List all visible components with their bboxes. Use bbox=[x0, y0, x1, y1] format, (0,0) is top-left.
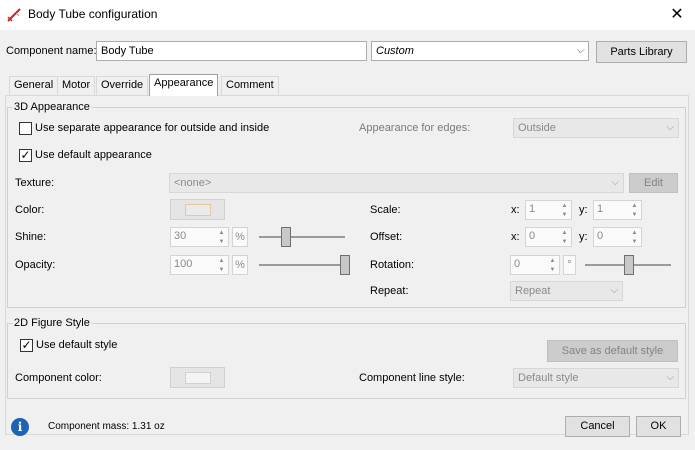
component-name-input[interactable]: Body Tube bbox=[96, 41, 367, 61]
repeat-value: Repeat bbox=[515, 285, 551, 297]
offset-x-spinner[interactable]: 0 ▲ ▼ bbox=[525, 227, 572, 247]
scale-x-spinner[interactable]: 1 ▲ ▼ bbox=[525, 200, 572, 220]
chevron-down-icon: ⌵ bbox=[576, 45, 584, 56]
shine-slider[interactable] bbox=[259, 236, 345, 238]
spin-down-icon[interactable]: ▼ bbox=[547, 266, 558, 274]
cancel-button[interactable]: Cancel bbox=[565, 416, 630, 437]
parts-library-button[interactable]: Parts Library bbox=[596, 41, 687, 63]
tab-general[interactable]: General bbox=[9, 76, 59, 95]
texture-select[interactable]: <none> ⌵ bbox=[169, 173, 624, 193]
check-icon: ✓ bbox=[21, 338, 32, 352]
shine-label: Shine: bbox=[15, 231, 47, 243]
use-default-appearance-checkbox[interactable]: ✓ bbox=[19, 149, 32, 162]
line-style-value: Default style bbox=[518, 372, 579, 384]
separate-appearance-label: Use separate appearance for outside and … bbox=[35, 122, 270, 134]
shine-unit: % bbox=[232, 227, 248, 247]
opacity-slider[interactable] bbox=[259, 264, 345, 266]
chevron-down-icon: ⌵ bbox=[666, 122, 674, 133]
tab-comment[interactable]: Comment bbox=[221, 76, 279, 95]
use-default-style-checkbox[interactable]: ✓ bbox=[20, 339, 33, 352]
tab-motor[interactable]: Motor bbox=[57, 76, 96, 95]
ok-button[interactable]: OK bbox=[636, 416, 681, 437]
edges-value: Outside bbox=[518, 122, 556, 134]
offset-y-label: y: bbox=[579, 231, 588, 243]
texture-edit-button[interactable]: Edit bbox=[629, 173, 678, 193]
use-default-style-label: Use default style bbox=[36, 339, 118, 351]
color-swatch bbox=[185, 204, 211, 216]
component-mass-text: Component mass: 1.31 oz bbox=[48, 421, 165, 432]
component-name-label: Component name: bbox=[6, 45, 97, 57]
offset-y-value: 0 bbox=[597, 230, 604, 242]
spin-down-icon[interactable]: ▼ bbox=[216, 266, 227, 274]
spin-up-icon[interactable]: ▲ bbox=[216, 257, 227, 265]
figure-2d-group-label: 2D Figure Style bbox=[12, 317, 92, 329]
scale-y-value: 1 bbox=[597, 203, 604, 215]
use-default-appearance-label: Use default appearance bbox=[35, 149, 152, 161]
spin-up-icon[interactable]: ▲ bbox=[216, 229, 227, 237]
chevron-down-icon: ⌵ bbox=[611, 177, 619, 188]
scale-label: Scale: bbox=[370, 204, 401, 216]
preset-value: Custom bbox=[376, 45, 414, 57]
preset-select[interactable]: Custom ⌵ bbox=[371, 41, 589, 61]
scale-y-label: y: bbox=[579, 204, 588, 216]
rotation-unit: ° bbox=[563, 255, 576, 275]
scale-x-value: 1 bbox=[529, 203, 536, 215]
offset-label: Offset: bbox=[370, 231, 403, 243]
spin-up-icon[interactable]: ▲ bbox=[629, 202, 640, 210]
offset-y-spinner[interactable]: 0 ▲ ▼ bbox=[593, 227, 642, 247]
rotation-value: 0 bbox=[514, 258, 521, 270]
tab-appearance[interactable]: Appearance bbox=[149, 74, 219, 96]
check-icon: ✓ bbox=[20, 148, 31, 162]
scale-y-spinner[interactable]: 1 ▲ ▼ bbox=[593, 200, 642, 220]
rocket-icon bbox=[7, 8, 21, 22]
opacity-slider-thumb[interactable] bbox=[340, 255, 350, 275]
offset-x-value: 0 bbox=[529, 230, 536, 242]
spin-down-icon[interactable]: ▼ bbox=[629, 211, 640, 219]
component-color-swatch bbox=[185, 372, 211, 384]
spin-down-icon[interactable]: ▼ bbox=[216, 238, 227, 246]
shine-spinner[interactable]: 30 ▲ ▼ bbox=[170, 227, 229, 247]
spin-down-icon[interactable]: ▼ bbox=[629, 238, 640, 246]
opacity-spinner[interactable]: 100 ▲ ▼ bbox=[170, 255, 229, 275]
scale-x-label: x: bbox=[511, 204, 520, 216]
appearance-3d-group-label: 3D Appearance bbox=[12, 101, 92, 113]
component-color-label: Component color: bbox=[15, 372, 102, 384]
tab-override[interactable]: Override bbox=[96, 76, 149, 95]
spin-up-icon[interactable]: ▲ bbox=[629, 229, 640, 237]
texture-label: Texture: bbox=[15, 177, 55, 189]
spin-up-icon[interactable]: ▲ bbox=[547, 257, 558, 265]
spin-down-icon[interactable]: ▼ bbox=[559, 238, 570, 246]
title-bar: Body Tube configuration ✕ bbox=[0, 0, 695, 30]
spin-up-icon[interactable]: ▲ bbox=[559, 202, 570, 210]
rotation-label: Rotation: bbox=[370, 259, 415, 271]
separate-appearance-checkbox[interactable] bbox=[19, 122, 32, 135]
edges-select[interactable]: Outside ⌵ bbox=[513, 118, 679, 138]
repeat-label: Repeat: bbox=[370, 285, 409, 297]
window-title: Body Tube configuration bbox=[28, 7, 158, 21]
component-color-button[interactable] bbox=[170, 367, 225, 388]
spin-down-icon[interactable]: ▼ bbox=[559, 211, 570, 219]
repeat-select[interactable]: Repeat ⌵ bbox=[510, 281, 623, 301]
color-label: Color: bbox=[15, 204, 45, 216]
close-icon[interactable]: ✕ bbox=[664, 4, 690, 26]
line-style-select[interactable]: Default style ⌵ bbox=[513, 368, 679, 388]
spin-up-icon[interactable]: ▲ bbox=[559, 229, 570, 237]
texture-value: <none> bbox=[174, 177, 212, 189]
shine-slider-thumb[interactable] bbox=[281, 227, 291, 247]
rotation-slider-thumb[interactable] bbox=[624, 255, 634, 275]
rotation-spinner[interactable]: 0 ▲ ▼ bbox=[510, 255, 560, 275]
shine-value: 30 bbox=[174, 230, 187, 242]
opacity-value: 100 bbox=[174, 258, 193, 270]
info-icon: i bbox=[11, 418, 29, 436]
color-swatch-button[interactable] bbox=[170, 199, 225, 220]
opacity-unit: % bbox=[232, 255, 248, 275]
chevron-down-icon: ⌵ bbox=[666, 372, 674, 383]
opacity-label: Opacity: bbox=[15, 259, 56, 271]
save-default-style-button[interactable]: Save as default style bbox=[547, 340, 678, 362]
line-style-label: Component line style: bbox=[359, 372, 465, 384]
edges-label: Appearance for edges: bbox=[359, 122, 471, 134]
offset-x-label: x: bbox=[511, 231, 520, 243]
chevron-down-icon: ⌵ bbox=[610, 285, 618, 296]
